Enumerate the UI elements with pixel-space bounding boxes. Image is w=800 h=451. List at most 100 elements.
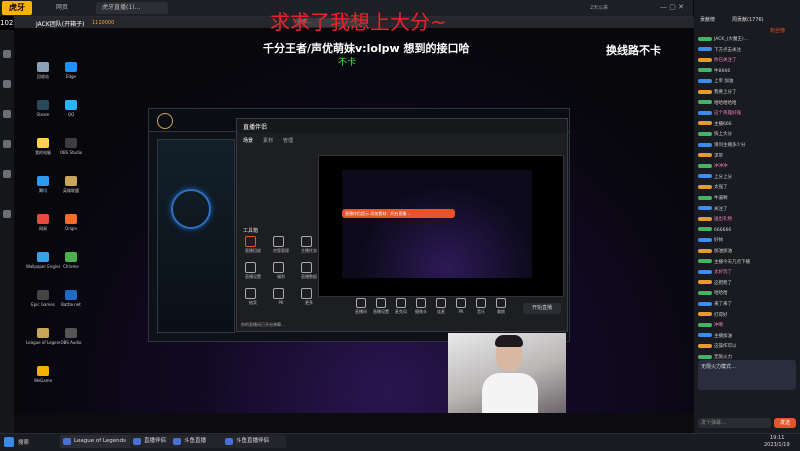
taskbar-item[interactable]: 斗鱼直播伴侣: [222, 435, 286, 448]
chat-text: 关注了: [714, 206, 728, 212]
user-badge: [698, 216, 712, 221]
chat-message: 哈哈哈哈哈: [698, 100, 798, 107]
desktop-icon[interactable]: [37, 252, 49, 262]
orange-overlay-banner[interactable]: 直播伴侣提示 添加素材：开启直播…: [342, 209, 455, 218]
tool-icon[interactable]: [245, 236, 256, 247]
bottom-tool-icon[interactable]: [356, 298, 366, 308]
chat-text: 来了来了: [714, 302, 732, 307]
user-badge: [698, 110, 712, 115]
user-badge: [698, 174, 712, 179]
taskbar-search[interactable]: 搜索: [18, 438, 29, 446]
user-badge: [698, 195, 712, 200]
home-icon[interactable]: [3, 50, 11, 58]
tool-icon[interactable]: [273, 262, 284, 273]
tab-scene[interactable]: 场景: [243, 137, 253, 144]
lol-logo-icon[interactable]: [157, 113, 173, 129]
start-icon[interactable]: [4, 437, 14, 447]
user-badge: [698, 184, 712, 189]
desktop-icon[interactable]: [65, 100, 77, 110]
desktop-icon[interactable]: [65, 290, 77, 300]
desktop-icon[interactable]: [65, 176, 77, 186]
desktop-icon[interactable]: [65, 62, 77, 72]
desktop-icon[interactable]: [37, 176, 49, 186]
chat-message: JACK_(大魔王)…: [698, 36, 798, 43]
clock-time: 19:11: [770, 435, 785, 441]
left-sidebar: [0, 30, 14, 433]
user-badge: [698, 301, 712, 306]
streamer-name: JACK团队(开箱子): [36, 21, 85, 28]
desktop-icon[interactable]: [65, 252, 77, 262]
clock-date: 2023/1/19: [764, 442, 790, 448]
bottom-tool-icon[interactable]: [476, 298, 486, 308]
chat-text: 主播加油: [714, 333, 732, 339]
desktop-icon-label: OBS Audio: [60, 340, 82, 345]
red-caption: 求求了我想上大分~: [270, 10, 447, 34]
tab-active[interactable]: 虎牙直播(1)…: [96, 2, 168, 14]
category-icon[interactable]: [3, 110, 11, 118]
tab-fans[interactable]: 粉丝榜: [770, 27, 785, 34]
chat-message: 主播今天几点下播: [698, 259, 798, 266]
desktop-icon[interactable]: [37, 290, 49, 300]
chat-message: 我要上分了: [698, 89, 798, 96]
send-button[interactable]: 发送: [774, 418, 796, 428]
bottom-tool-icon[interactable]: [496, 298, 506, 308]
chat-message: 来了来了: [698, 301, 798, 308]
bottom-tool-icon[interactable]: [456, 298, 466, 308]
game-icon[interactable]: [3, 140, 11, 148]
tab-weekly[interactable]: 周贡献(1776): [732, 16, 764, 23]
desktop-icon[interactable]: [37, 214, 49, 224]
shop-icon[interactable]: [3, 170, 11, 178]
bottom-tool-icon[interactable]: [416, 298, 426, 308]
chat-message: 上分上分: [698, 174, 798, 181]
desktop-icon[interactable]: [37, 62, 49, 72]
user-badge: [698, 259, 712, 264]
chat-message: 太强了: [698, 184, 798, 191]
tool-icon[interactable]: [273, 288, 284, 299]
tab-ranking[interactable]: 贡献榜: [700, 16, 715, 23]
room-number: 1022…: [0, 16, 25, 30]
chat-text: 牛逼啊: [714, 196, 728, 201]
tool-icon[interactable]: [245, 262, 256, 273]
window-controls[interactable]: — ▢ ✕: [660, 3, 684, 11]
tab-manage[interactable]: 管理: [283, 137, 293, 144]
bottom-tool-label: 音乐: [477, 309, 485, 314]
chat-input[interactable]: 发个弹幕…: [698, 418, 771, 428]
tools-label: 工具箱: [243, 228, 259, 234]
desktop-icon[interactable]: [37, 138, 49, 148]
tool-icon[interactable]: [301, 236, 312, 247]
status-text: 2天以来: [590, 5, 609, 11]
tool-icon[interactable]: [273, 236, 284, 247]
desktop-icon[interactable]: [65, 138, 77, 148]
tool-icon[interactable]: [301, 288, 312, 299]
desktop-icon-label: Chrome: [63, 264, 79, 269]
chat-text: JACK_(大魔王)…: [714, 37, 749, 42]
bottom-tool-icon[interactable]: [376, 298, 386, 308]
follow-icon[interactable]: [3, 80, 11, 88]
desktop-icon[interactable]: [37, 366, 49, 376]
chat-message: 下方点击关注: [698, 47, 798, 54]
user-badge: [698, 206, 712, 211]
streamer-hair: [495, 335, 523, 347]
bottom-tool-label: 摄像头: [415, 309, 427, 314]
streamer-body: [482, 373, 538, 413]
bottom-tool-icon[interactable]: [436, 298, 446, 308]
settings-icon[interactable]: [3, 210, 11, 218]
tool-icon[interactable]: [245, 288, 256, 299]
desktop-icon-label: 英雄联盟: [63, 188, 79, 193]
bottom-tool-label: 直播间: [355, 309, 367, 314]
tab-lol[interactable]: 网页: [50, 2, 102, 14]
tool-icon[interactable]: [301, 262, 312, 273]
streamer-camera: [448, 333, 566, 413]
desktop-icon[interactable]: [65, 328, 77, 338]
ring-icon: [171, 189, 211, 229]
tab-source[interactable]: 素材: [263, 137, 273, 144]
start-live-button[interactable]: 开始直播: [523, 303, 561, 314]
desktop-icon-label: QQ: [67, 112, 75, 117]
chat-text: 送出礼物: [714, 217, 732, 223]
desktop-icon[interactable]: [37, 328, 49, 338]
chat-message: 这个英雄好强: [698, 110, 798, 117]
app-logo[interactable]: 虎牙: [2, 1, 32, 15]
bottom-tool-icon[interactable]: [396, 298, 406, 308]
desktop-icon[interactable]: [65, 214, 77, 224]
desktop-icon[interactable]: [37, 100, 49, 110]
